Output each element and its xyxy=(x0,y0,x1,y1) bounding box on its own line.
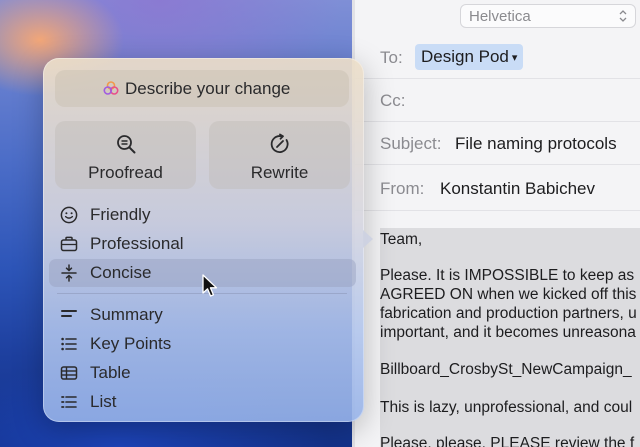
font-selector-value: Helvetica xyxy=(469,8,531,25)
cc-row[interactable]: Cc: xyxy=(352,79,640,122)
from-row: From: Konstantin Babichev xyxy=(352,165,640,211)
body-line: AGREED ON when we kicked off this xyxy=(380,286,637,303)
briefcase-icon xyxy=(60,236,78,252)
menu-item-label: Key Points xyxy=(90,334,172,353)
menu-item-friendly[interactable]: Friendly xyxy=(49,201,356,229)
menu-item-label: Table xyxy=(90,363,131,382)
to-row: To: Design Pod ▾ xyxy=(352,36,640,79)
font-selector[interactable]: Helvetica xyxy=(460,4,636,28)
table-icon xyxy=(60,366,78,380)
from-label: From: xyxy=(380,179,425,198)
from-field[interactable]: Konstantin Babichev xyxy=(440,179,595,199)
menu-item-label: Concise xyxy=(90,263,152,282)
message-body[interactable]: Team, Please. It is IMPOSSIBLE to keep a… xyxy=(380,228,640,447)
rewrite-label: Rewrite xyxy=(250,163,309,182)
body-line: Please. It is IMPOSSIBLE to keep as xyxy=(380,267,635,284)
menu-item-label: Friendly xyxy=(90,205,151,224)
smiley-icon xyxy=(60,206,78,224)
body-line: This is lazy, unprofessional, and coul xyxy=(380,399,633,416)
subject-row[interactable]: Subject: File naming protocols xyxy=(352,122,640,165)
popover-pointer xyxy=(363,230,373,248)
subject-label: Subject: xyxy=(380,134,442,153)
recipient-token[interactable]: Design Pod ▾ xyxy=(415,44,524,70)
rewrite-button[interactable]: Rewrite xyxy=(209,121,350,189)
body-line: fabrication and production partners, u xyxy=(380,305,637,322)
magnifier-check-icon xyxy=(117,135,136,154)
body-line: Please, please, PLEASE review the f xyxy=(380,435,635,447)
describe-change-label: Describe your change xyxy=(125,79,291,98)
compress-icon xyxy=(61,264,77,282)
bullet-list-icon xyxy=(61,337,77,351)
menu-item-label: Professional xyxy=(90,234,184,253)
menu-item-summary[interactable]: Summary xyxy=(49,301,356,329)
mouse-pointer-icon xyxy=(202,274,218,297)
menu-item-label: Summary xyxy=(90,305,163,324)
list-icon xyxy=(61,396,77,408)
body-line: Billboard_CrosbySt_NewCampaign_ xyxy=(380,361,632,378)
recipient-name: Design Pod xyxy=(421,47,509,66)
menu-item-key-points[interactable]: Key Points xyxy=(49,330,356,358)
body-line: Team, xyxy=(380,231,423,248)
summary-icon xyxy=(61,310,77,317)
proofread-button[interactable]: Proofread xyxy=(55,121,196,189)
cc-label: Cc: xyxy=(380,91,406,110)
apple-intelligence-icon xyxy=(103,81,119,95)
body-line: important, and it becomes unreasona xyxy=(380,324,636,341)
chevron-down-icon: ▾ xyxy=(511,52,518,64)
subject-field[interactable]: File naming protocols xyxy=(455,134,617,154)
menu-item-label: List xyxy=(90,392,117,411)
rewrite-icon xyxy=(270,133,289,153)
proofread-label: Proofread xyxy=(88,163,163,182)
menu-item-list[interactable]: List xyxy=(49,388,356,416)
to-label: To: xyxy=(380,48,403,67)
menu-item-professional[interactable]: Professional xyxy=(49,230,356,258)
mail-compose-window: Helvetica To: Design Pod ▾ Cc: Subject: F… xyxy=(352,0,640,447)
chevron-updown-icon xyxy=(619,10,627,22)
menu-item-table[interactable]: Table xyxy=(49,359,356,387)
writing-tools-popover: Describe your change Proofread Rewrite F… xyxy=(43,58,373,422)
describe-change-button[interactable]: Describe your change xyxy=(55,70,349,107)
